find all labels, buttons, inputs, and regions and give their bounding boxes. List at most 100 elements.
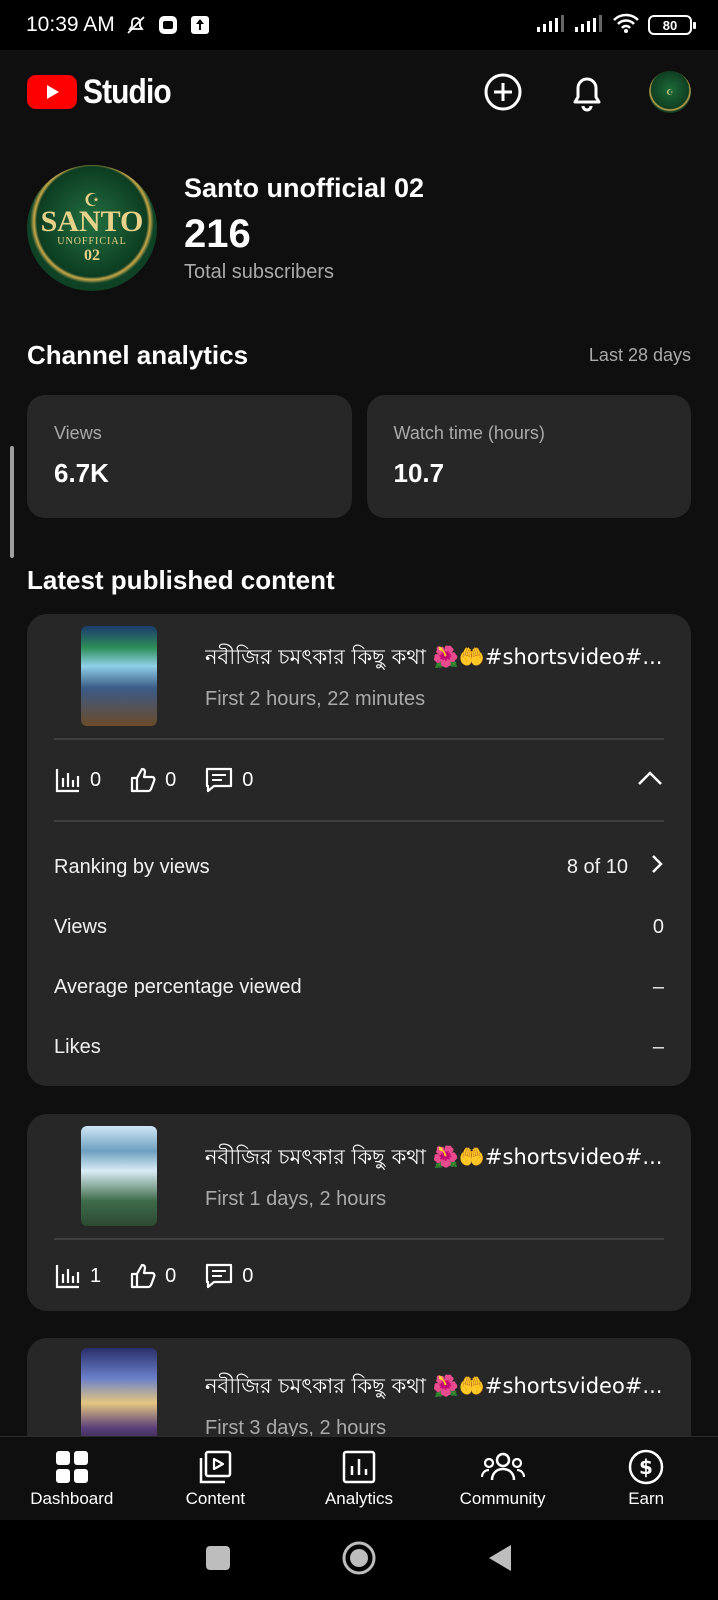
community-icon <box>480 1452 525 1480</box>
chevron-right-icon <box>650 853 664 881</box>
video-thumbnail[interactable] <box>81 1126 157 1226</box>
comment-icon <box>206 767 233 793</box>
detail-value: – <box>652 1035 664 1058</box>
status-bar: 10:39 AM 80 <box>0 0 718 50</box>
detail-label: Ranking by views <box>54 855 210 878</box>
system-navigation <box>0 1520 718 1600</box>
analytics-title: Channel analytics <box>27 340 249 370</box>
likes-metric: 0 <box>129 1262 176 1290</box>
likes-count: 0 <box>165 1264 177 1287</box>
signal-icon <box>536 13 566 38</box>
account-avatar[interactable]: ☪ <box>649 71 691 113</box>
views-metric: 0 <box>54 766 101 794</box>
detail-value: – <box>652 975 664 998</box>
comments-count: 0 <box>242 768 254 791</box>
battery-icon: 80 <box>648 15 696 35</box>
views-card[interactable]: Views 6.7K <box>27 395 352 518</box>
avatar-sub: UNOFFICIAL <box>57 235 127 247</box>
stat-label: Views <box>54 423 102 443</box>
home-circle-icon <box>342 1541 376 1574</box>
likes-row: Likes – <box>54 1017 664 1077</box>
nav-label: Content <box>185 1488 246 1508</box>
video-thumbnail[interactable] <box>81 626 157 726</box>
video-time-window: First 3 days, 2 hours <box>205 1417 387 1436</box>
bar-chart-icon <box>55 769 80 793</box>
create-button[interactable] <box>481 70 525 114</box>
video-thumbnail[interactable] <box>81 1348 157 1436</box>
detail-label: Views <box>54 915 107 938</box>
nav-content[interactable]: Content <box>144 1437 288 1520</box>
bottom-navigation: Dashboard Content Analytics Community $ … <box>0 1436 718 1520</box>
video-metrics: 0 0 0 <box>54 740 664 820</box>
wifi-icon <box>612 12 640 39</box>
subscriber-label: Total subscribers <box>184 260 335 283</box>
video-card[interactable]: নবীজির চমৎকার কিছু কথা 🌺🤲#shortsvideo#..… <box>27 1338 691 1436</box>
content-icon <box>200 1450 232 1483</box>
video-title[interactable]: নবীজির চমৎকার কিছু কথা 🌺🤲#shortsvideo#..… <box>205 1370 664 1405</box>
comments-metric: 0 <box>204 1262 253 1290</box>
analytics-cards: Views 6.7K Watch time (hours) 10.7 <box>27 395 691 518</box>
bar-chart-icon <box>55 1265 80 1289</box>
ranking-row[interactable]: Ranking by views 8 of 10 <box>54 837 664 897</box>
app-header: Studio ☪ <box>0 50 718 134</box>
thumbs-up-icon <box>131 1263 156 1289</box>
likes-metric: 0 <box>129 766 176 794</box>
comments-count: 0 <box>242 1264 254 1287</box>
likes-count: 0 <box>165 768 177 791</box>
nav-community[interactable]: Community <box>431 1437 575 1520</box>
youtube-studio-logo[interactable]: Studio <box>27 73 183 112</box>
nav-label: Earn <box>628 1488 665 1508</box>
watch-time-card[interactable]: Watch time (hours) 10.7 <box>366 395 691 518</box>
nav-dashboard[interactable]: Dashboard <box>0 1437 144 1520</box>
svg-text:$: $ <box>639 1455 653 1479</box>
nav-label: Community <box>459 1488 546 1508</box>
back-button[interactable] <box>487 1543 513 1578</box>
detail-value: 0 <box>652 915 664 938</box>
comment-icon <box>206 1263 233 1289</box>
detail-label: Average percentage viewed <box>54 975 302 998</box>
thumbs-up-icon <box>131 767 156 793</box>
notifications-button[interactable] <box>565 70 609 114</box>
scroll-indicator <box>10 446 14 558</box>
video-time-window: First 1 days, 2 hours <box>205 1188 387 1210</box>
views-row: Views 0 <box>54 897 664 957</box>
bell-icon <box>573 77 601 112</box>
upload-notification-icon <box>189 14 211 36</box>
views-metric: 1 <box>54 1262 101 1290</box>
youtube-play-icon <box>27 75 77 109</box>
views-count: 1 <box>90 1264 102 1287</box>
home-button[interactable] <box>341 1540 377 1581</box>
collapse-button[interactable] <box>636 768 664 793</box>
channel-avatar[interactable]: ☪ SANTO UNOFFICIAL 02 <box>27 165 157 291</box>
channel-name: Santo unofficial 02 <box>184 172 425 203</box>
dashboard-icon <box>55 1450 88 1483</box>
stat-label: Watch time (hours) <box>393 423 545 443</box>
video-title[interactable]: নবীজির চমৎকার কিছু কথা 🌺🤲#shortsvideo#..… <box>205 641 664 676</box>
analytics-range: Last 28 days <box>588 345 691 365</box>
analytics-icon <box>342 1450 376 1483</box>
analytics-header: Channel analytics Last 28 days <box>27 340 691 371</box>
app-notification-icon <box>157 14 179 36</box>
signal-icon-2 <box>574 13 604 38</box>
stat-value: 6.7K <box>54 458 109 488</box>
add-circle-icon <box>484 73 522 111</box>
chevron-up-icon <box>638 770 662 785</box>
video-title[interactable]: নবীজির চমৎকার কিছু কথা 🌺🤲#shortsvideo#..… <box>205 1141 664 1176</box>
video-card[interactable]: নবীজির চমৎকার কিছু কথা 🌺🤲#shortsvideo#..… <box>27 1114 691 1311</box>
recents-button[interactable] <box>205 1545 231 1576</box>
avatar-word: SANTO <box>40 204 144 238</box>
subscriber-count: 216 <box>184 211 251 256</box>
comments-metric: 0 <box>204 766 253 794</box>
avg-percentage-row: Average percentage viewed – <box>54 957 664 1017</box>
video-card[interactable]: নবীজির চমৎকার কিছু কথা 🌺🤲#shortsvideo#..… <box>27 614 691 1086</box>
back-triangle-icon <box>489 1544 511 1571</box>
mute-notification-icon <box>125 14 147 36</box>
latest-title: Latest published content <box>27 565 335 595</box>
detail-value: 8 of 10 <box>566 855 628 878</box>
video-time-window: First 2 hours, 22 minutes <box>205 688 426 710</box>
nav-earn[interactable]: $ Earn <box>574 1437 718 1520</box>
earn-icon: $ <box>628 1449 664 1484</box>
stat-value: 10.7 <box>393 458 445 488</box>
square-icon <box>206 1545 230 1570</box>
nav-analytics[interactable]: Analytics <box>287 1437 431 1520</box>
